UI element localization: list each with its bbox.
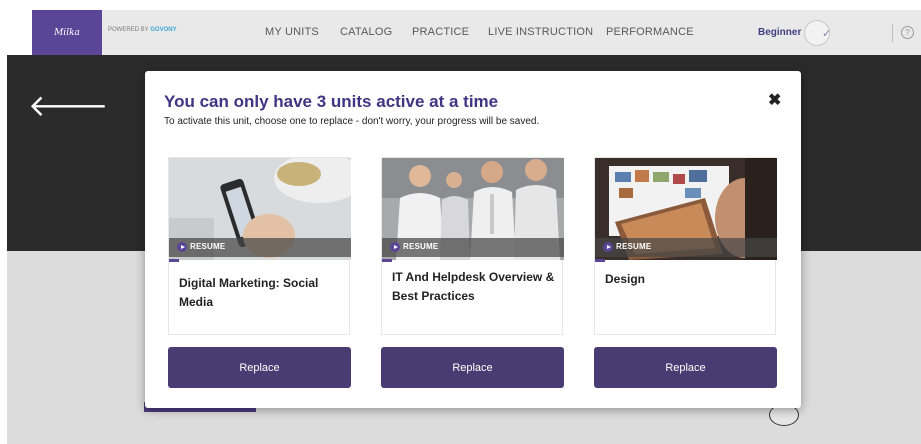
modal-subtitle: To activate this unit, choose one to rep…	[164, 116, 540, 127]
help-icon[interactable]: ?	[901, 26, 914, 39]
unit-card[interactable]: RESUME IT And Helpdesk Overview & Best P…	[381, 157, 564, 335]
nav-my-units[interactable]: MY UNITS	[265, 26, 319, 38]
nav-catalog[interactable]: CATALOG	[340, 26, 392, 38]
resume-label: RESUME	[190, 242, 226, 251]
back-arrow-icon[interactable]: 🡐	[28, 92, 108, 122]
resume-bar[interactable]: RESUME	[169, 238, 351, 257]
powered-brand: GOVONY	[150, 27, 177, 33]
nav-live-instruction[interactable]: LIVE INSTRUCTION	[488, 26, 593, 38]
nav-divider	[892, 24, 893, 42]
brand-logo[interactable]: Milka	[32, 10, 102, 55]
unit-title: Design	[605, 272, 646, 286]
unit-title: Digital Marketing: Social Media	[179, 276, 319, 309]
top-navbar: Milka POWERED BY GOVONY MY UNITS CATALOG…	[32, 10, 921, 55]
check-icon: ✓	[822, 28, 832, 40]
close-icon[interactable]: ✖	[768, 93, 781, 109]
replace-unit-modal: You can only have 3 units active at a ti…	[145, 71, 801, 408]
replace-button[interactable]: Replace	[381, 347, 564, 388]
replace-button[interactable]: Replace	[168, 347, 351, 388]
resume-bar[interactable]: RESUME	[595, 238, 777, 257]
nav-practice[interactable]: PRACTICE	[412, 26, 469, 38]
progress-indicator	[595, 259, 605, 262]
nav-performance[interactable]: PERFORMANCE	[606, 26, 694, 38]
logo-text: Milka	[54, 27, 80, 38]
play-icon	[177, 242, 187, 252]
progress-indicator	[169, 259, 179, 262]
unit-card[interactable]: RESUME Design	[594, 157, 777, 335]
play-icon	[603, 242, 613, 252]
powered-prefix: POWERED BY	[108, 27, 149, 33]
powered-by: POWERED BY GOVONY	[108, 27, 177, 33]
resume-bar[interactable]: RESUME	[382, 238, 564, 257]
play-icon	[390, 242, 400, 252]
unit-title: IT And Helpdesk Overview & Best Practice…	[392, 270, 555, 303]
modal-title: You can only have 3 units active at a ti…	[164, 92, 499, 111]
unit-card[interactable]: RESUME Digital Marketing: Social Media	[168, 157, 351, 335]
level-label[interactable]: Beginner	[758, 27, 801, 38]
progress-indicator	[382, 259, 392, 262]
resume-label: RESUME	[616, 242, 652, 251]
resume-label: RESUME	[403, 242, 439, 251]
replace-button[interactable]: Replace	[594, 347, 777, 388]
